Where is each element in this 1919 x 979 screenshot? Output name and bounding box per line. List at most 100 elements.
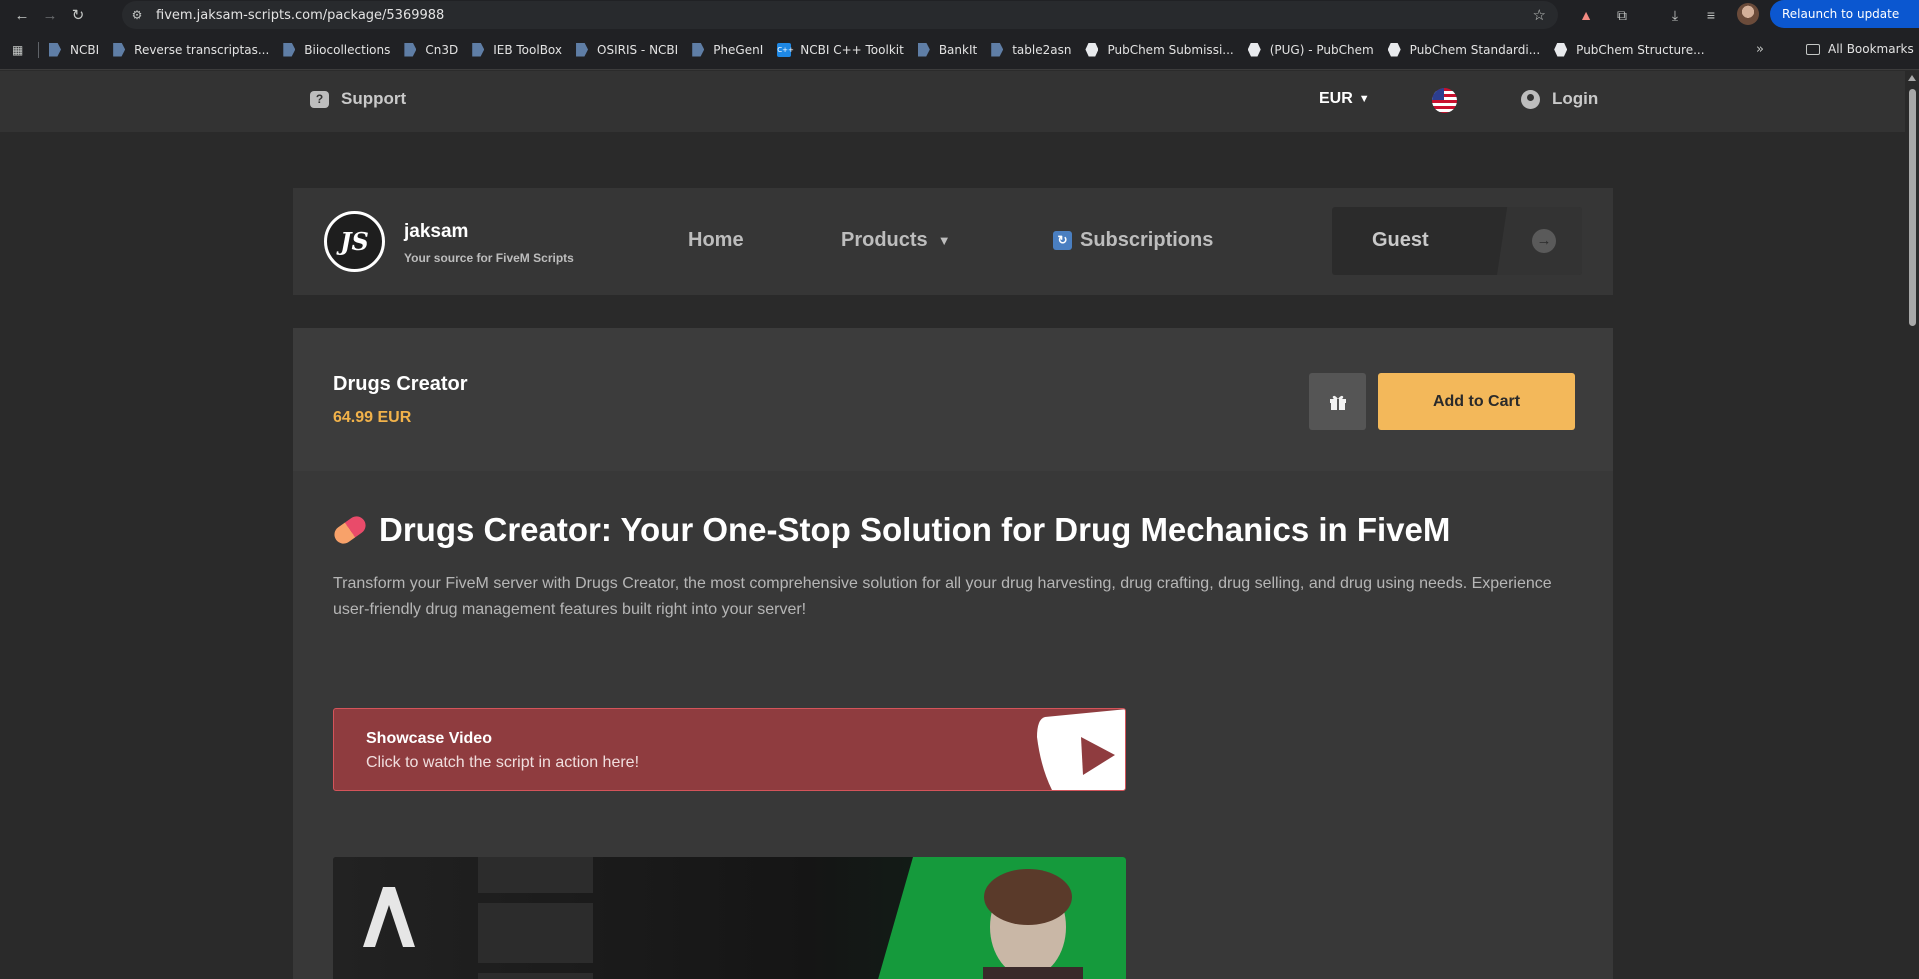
reload-icon[interactable]: ↻ (64, 1, 92, 29)
pubchem-icon (1554, 42, 1568, 57)
us-flag-icon[interactable] (1432, 88, 1457, 113)
bookmark-label: PubChem Submissi... (1107, 42, 1234, 57)
user-circle-icon (1521, 89, 1540, 109)
bookmark-item[interactable]: Cn3D (404, 42, 459, 57)
pubchem-icon (1247, 42, 1261, 57)
all-bookmarks-label: All Bookmarks (1828, 42, 1914, 56)
back-icon[interactable]: ← (8, 1, 36, 29)
nav-subscriptions-label: Subscriptions (1080, 229, 1214, 251)
bookmarks-divider (38, 41, 39, 58)
bookmark-label: IEB ToolBox (493, 42, 563, 57)
download-icon[interactable]: ⤓ (1664, 4, 1686, 26)
bookmark-item[interactable]: Biiocollections (283, 42, 391, 57)
url-text[interactable]: fivem.jaksam-scripts.com/package/5369988 (156, 8, 444, 23)
scroll-up-arrow-icon[interactable] (1908, 75, 1916, 81)
showcase-video-link[interactable]: Showcase Video Click to watch the script… (333, 708, 1126, 791)
apps-grid-icon[interactable]: ▦ (12, 43, 26, 57)
bookmark-label: Reverse transcriptas... (134, 42, 270, 57)
video-title: Showcase Video (366, 730, 492, 747)
hero-artwork (333, 857, 1126, 979)
bookmark-item[interactable]: OSIRIS - NCBI (576, 42, 679, 57)
product-hero-image (333, 857, 1126, 979)
brand-logo[interactable]: JS (324, 211, 385, 272)
bookmark-item[interactable]: table2asn (991, 42, 1072, 57)
bookmark-item[interactable]: Reverse transcriptas... (113, 42, 270, 57)
site-header: JS jaksam Your source for FiveM Scripts … (293, 188, 1613, 295)
bookmarks-bar: ▦ NCBI Reverse transcriptas... Biiocolle… (0, 30, 1919, 70)
browser-toolbar: ← → ↻ ⚙ fivem.jaksam-scripts.com/package… (0, 0, 1919, 30)
page-icon (283, 42, 296, 57)
all-bookmarks-button[interactable]: All Bookmarks (1806, 42, 1914, 56)
support-label: Support (341, 89, 407, 108)
nav-products[interactable]: Products ▼ (841, 229, 951, 252)
bookmark-label: Cn3D (425, 42, 459, 57)
bookmark-label: Biiocollections (304, 42, 391, 57)
bookmark-label: PheGenI (713, 42, 764, 57)
page-icon (404, 42, 417, 57)
support-link[interactable]: ? Support (310, 89, 406, 109)
bookmark-item[interactable]: PubChem Submissi... (1085, 42, 1234, 57)
bookmark-label: NCBI (70, 42, 100, 57)
currency-label: EUR (1319, 90, 1353, 107)
product-description: Transform your FiveM server with Drugs C… (333, 575, 1552, 618)
profile-avatar[interactable] (1737, 3, 1759, 25)
bookmark-item[interactable]: PubChem Standardi... (1387, 42, 1540, 57)
page-icon (472, 42, 485, 57)
brand-name[interactable]: jaksam (404, 221, 468, 243)
product-title: Drugs Creator (333, 373, 468, 395)
login-label: Login (1552, 89, 1599, 108)
cpp-icon: C++ (777, 42, 794, 57)
brand-tagline: Your source for FiveM Scripts (404, 251, 574, 265)
pill-icon (330, 512, 370, 548)
bookmark-item[interactable]: PubChem Structure... (1554, 42, 1705, 57)
product-card: Drugs Creator 64.99 EUR Add to Cart Drug… (293, 328, 1613, 979)
headline-bold: Drugs Creator (379, 511, 601, 548)
folder-icon (1806, 43, 1820, 55)
gift-icon (1329, 395, 1346, 410)
scrollbar-thumb[interactable] (1909, 89, 1916, 326)
nav-subscriptions[interactable]: ↻ Subscriptions (1053, 229, 1213, 252)
nav-home[interactable]: Home (688, 229, 744, 252)
address-bar[interactable]: ⚙ fivem.jaksam-scripts.com/package/53699… (122, 1, 1558, 29)
bookmark-label: BankIt (938, 42, 978, 57)
chevron-down-icon: ▼ (937, 233, 951, 248)
bookmark-star-icon[interactable]: ☆ (1533, 6, 1546, 24)
site-info-icon[interactable]: ⚙ (130, 8, 144, 22)
extensions-icon[interactable]: ⧉ (1611, 4, 1633, 26)
page-icon (576, 42, 589, 57)
bookmark-label: OSIRIS - NCBI (597, 42, 679, 57)
guest-label: Guest (1372, 229, 1429, 251)
page-icon (692, 42, 705, 57)
forward-icon[interactable]: → (36, 1, 64, 29)
product-header: Drugs Creator 64.99 EUR Add to Cart (293, 328, 1613, 471)
bookmark-label: table2asn (1012, 42, 1072, 57)
bookmark-label: PubChem Structure... (1576, 42, 1705, 57)
bookmark-label: (PUG) - PubChem (1269, 42, 1374, 57)
add-to-cart-button[interactable]: Add to Cart (1378, 373, 1575, 430)
gift-button[interactable] (1309, 373, 1366, 430)
page-icon (113, 42, 126, 57)
bookmark-item[interactable]: (PUG) - PubChem (1247, 42, 1374, 57)
bookmark-item[interactable]: NCBI (49, 42, 100, 57)
subscription-refresh-icon: ↻ (1053, 231, 1072, 250)
warning-icon[interactable]: ▲ (1575, 4, 1597, 26)
page-icon (991, 42, 1004, 57)
bookmark-label: NCBI C++ Toolkit (800, 42, 904, 57)
chevron-double-right-icon[interactable]: » (1756, 42, 1764, 57)
currency-selector[interactable]: EUR ▼ (1319, 90, 1370, 108)
page-scrollbar[interactable] (1905, 71, 1919, 979)
video-subtitle: Click to watch the script in action here… (366, 754, 640, 771)
pubchem-icon (1387, 42, 1401, 57)
bookmark-item[interactable]: PheGenI (692, 42, 764, 57)
bookmark-item[interactable]: BankIt (917, 42, 978, 57)
product-headline: Drugs Creator: Your One-Stop Solution fo… (330, 511, 1450, 549)
bookmark-item[interactable]: C++ NCBI C++ Toolkit (777, 42, 904, 57)
guest-account-button[interactable]: Guest → (1332, 207, 1582, 275)
chat-bubble-icon: ? (310, 90, 329, 108)
relaunch-button[interactable]: Relaunch to update (1770, 0, 1919, 28)
bookmark-item[interactable]: IEB ToolBox (472, 42, 563, 57)
media-control-icon[interactable]: ≡ (1700, 4, 1722, 26)
pubchem-icon (1085, 42, 1099, 57)
product-price: 64.99 EUR (333, 409, 412, 426)
login-link[interactable]: Login (1521, 89, 1598, 109)
